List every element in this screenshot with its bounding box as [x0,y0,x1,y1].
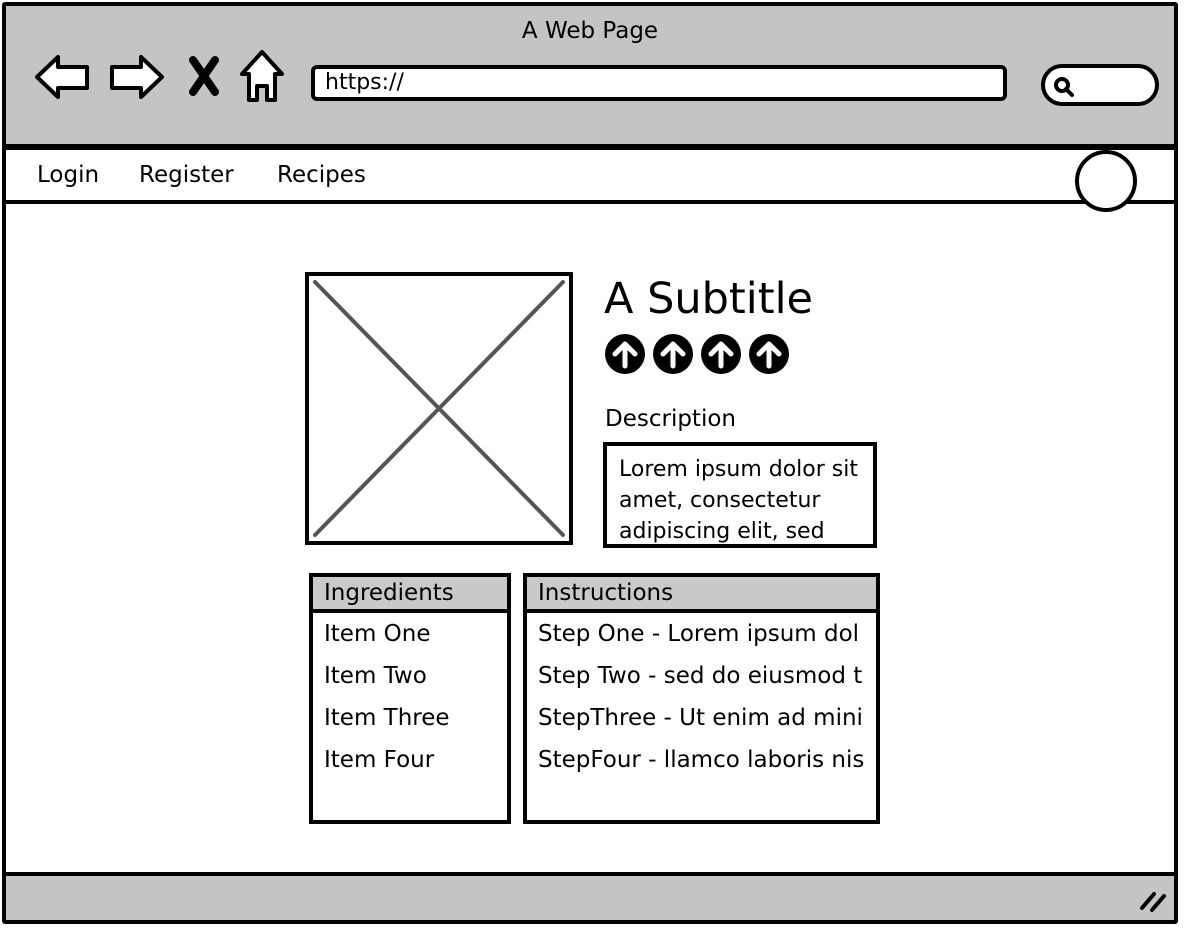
menu-item-login[interactable]: Login [37,162,99,188]
arrow-up-circle-icon[interactable] [604,333,646,375]
recipe-title: A Subtitle [604,274,813,324]
forward-icon[interactable] [106,52,166,102]
description-text[interactable]: Lorem ipsum dolor sit amet, consectetur … [603,442,877,548]
url-input[interactable]: https:// [311,65,1007,101]
menu-item-recipes[interactable]: Recipes [277,162,366,188]
home-icon[interactable] [237,48,287,104]
list-item[interactable]: Item Four [313,739,507,781]
list-item[interactable]: Step Two - sed do eiusmod t [527,655,876,697]
ingredients-header: Ingredients [313,577,507,613]
rating [604,333,790,377]
browser-window: A Web Page https:// Login Register Recip… [2,2,1178,924]
status-bar [6,872,1174,920]
avatar[interactable] [1075,150,1137,212]
ingredients-list: Ingredients Item One Item Two Item Three… [309,573,511,824]
list-item[interactable]: StepFour - llamco laboris nis [527,739,876,781]
list-item[interactable]: Item Two [313,655,507,697]
search-box[interactable] [1041,64,1159,106]
instructions-header: Instructions [527,577,876,613]
arrow-up-circle-icon[interactable] [700,333,742,375]
list-item[interactable]: Step One - Lorem ipsum dol [527,613,876,655]
recipe-image-placeholder [305,272,573,545]
back-icon[interactable] [33,52,93,102]
list-item[interactable]: StepThree - Ut enim ad mini [527,697,876,739]
list-item[interactable]: Item Three [313,697,507,739]
resize-grip-icon[interactable] [1138,888,1168,912]
instructions-list: Instructions Step One - Lorem ipsum dol … [523,573,880,824]
arrow-up-circle-icon[interactable] [652,333,694,375]
window-title: A Web Page [521,18,659,44]
browser-toolbar: A Web Page https:// [6,6,1174,148]
site-menu: Login Register Recipes [6,147,1174,212]
description-label: Description [605,406,736,432]
close-icon[interactable] [186,56,222,96]
list-item[interactable]: Item One [313,613,507,655]
arrow-up-circle-icon[interactable] [748,333,790,375]
search-icon [1054,77,1074,97]
image-placeholder-icon [313,280,565,537]
menu-item-register[interactable]: Register [139,162,234,188]
